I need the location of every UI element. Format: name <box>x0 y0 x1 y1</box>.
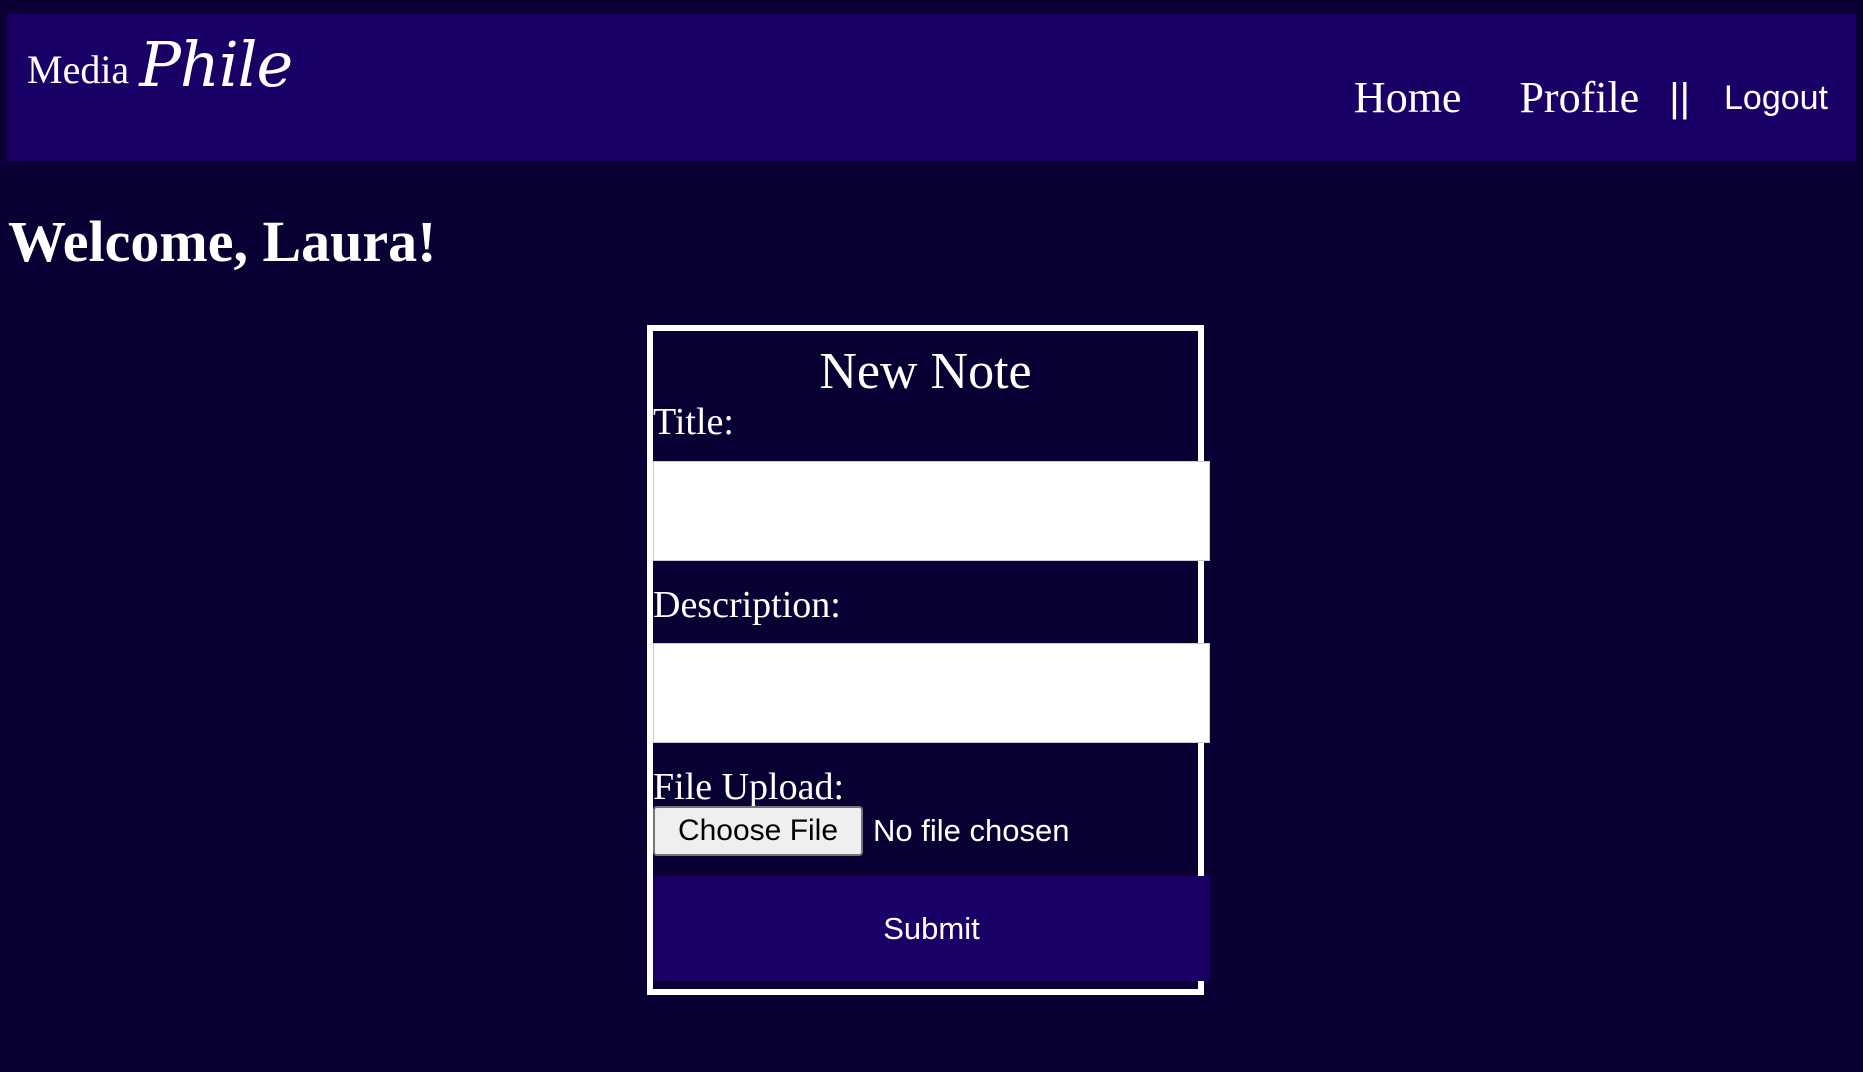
logout-link[interactable]: Logout <box>1724 81 1828 115</box>
file-upload-label: File Upload: <box>653 766 845 808</box>
logo-word-media: Media <box>27 47 130 92</box>
logo-word-phile: Phile <box>139 28 293 101</box>
welcome-heading: Welcome, Laura! <box>8 209 437 274</box>
nav-home-link[interactable]: Home <box>1354 76 1462 120</box>
nav-separator: || <box>1669 76 1690 120</box>
top-navbar: Media Phile Home Profile || Logout <box>7 14 1856 161</box>
choose-file-button[interactable]: Choose File <box>653 806 863 856</box>
new-note-form: New Note Title: Description: File Upload… <box>647 325 1210 995</box>
file-status-text: No file chosen <box>873 813 1070 848</box>
submit-button[interactable]: Submit <box>653 876 1210 981</box>
nav-links: Home Profile || Logout <box>1354 76 1828 120</box>
title-label: Title: <box>653 401 734 443</box>
nav-profile-link[interactable]: Profile <box>1519 76 1639 120</box>
description-input[interactable] <box>653 643 1210 743</box>
title-input[interactable] <box>653 461 1210 561</box>
description-label: Description: <box>653 584 841 626</box>
file-upload-field: Choose File No file chosen <box>653 806 1069 856</box>
site-logo[interactable]: Media Phile <box>27 28 293 101</box>
form-title: New Note <box>819 343 1032 400</box>
